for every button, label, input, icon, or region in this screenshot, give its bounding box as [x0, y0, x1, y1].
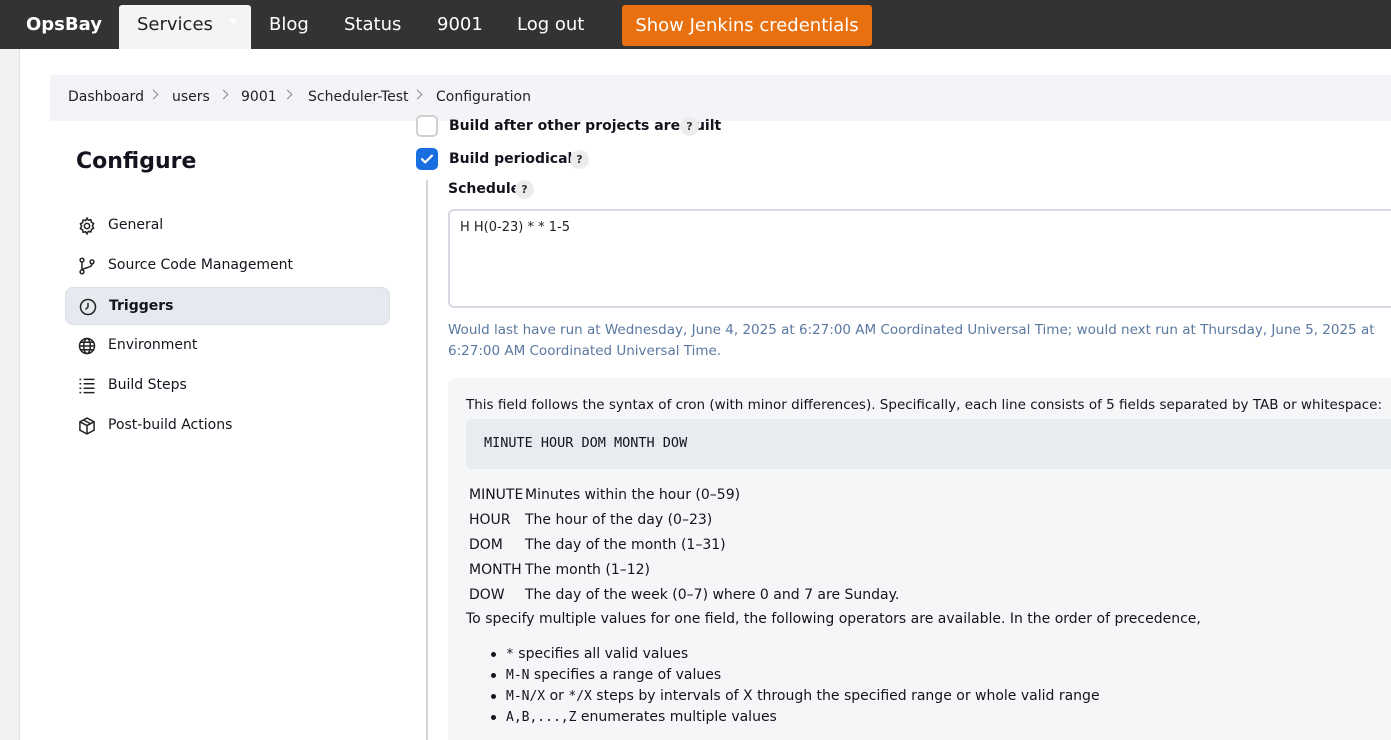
- chevron-right-icon: [412, 89, 423, 100]
- nav-logout-link[interactable]: Log out: [517, 14, 584, 35]
- section-divider: [426, 180, 428, 740]
- bullet-icon: [491, 673, 496, 678]
- operators-intro: To specify multiple values for one field…: [466, 611, 1201, 627]
- bullet-icon: [491, 694, 496, 699]
- field-name: MONTH: [469, 562, 522, 578]
- sidebar-item-label: Post-build Actions: [108, 417, 233, 433]
- breadcrumb-dashboard[interactable]: Dashboard: [68, 89, 144, 105]
- list-item: A,B,...,Z enumerates multiple values: [506, 709, 777, 725]
- field-description: The hour of the day (0–23): [525, 512, 713, 528]
- sidebar-item-post-build-actions[interactable]: Post-build Actions: [65, 407, 390, 445]
- branch-icon: [79, 257, 95, 275]
- nav-user-link[interactable]: 9001: [437, 14, 483, 35]
- sidebar-item-label: Triggers: [109, 298, 174, 314]
- schedule-value: H H(0-23) * * 1-5: [460, 220, 570, 235]
- brand-logo[interactable]: OpsBay: [26, 14, 102, 35]
- sidebar-item-label: Build Steps: [108, 377, 187, 393]
- sidebar-item-source-code-management[interactable]: Source Code Management: [65, 247, 390, 285]
- sidebar-item-build-steps[interactable]: Build Steps: [65, 367, 390, 405]
- nav-status-link[interactable]: Status: [344, 14, 401, 35]
- list-item: M-N specifies a range of values: [506, 667, 722, 683]
- help-icon[interactable]: ?: [570, 150, 589, 169]
- list-icon: [79, 378, 95, 394]
- cron-format-code: MINUTE HOUR DOM MONTH DOW: [484, 435, 688, 451]
- top-nav-bar: OpsBay Services Blog Status 9001 Log out…: [0, 0, 1391, 49]
- cron-format-code-block: MINUTE HOUR DOM MONTH DOW: [466, 419, 1391, 469]
- build-after-other-projects-checkbox[interactable]: [416, 115, 438, 137]
- sidebar-item-label: General: [108, 217, 164, 233]
- globe-icon: [78, 337, 96, 355]
- field-name: DOW: [469, 587, 505, 603]
- field-name: DOM: [469, 537, 503, 553]
- field-description: The day of the week (0–7) where 0 and 7 …: [525, 587, 900, 603]
- field-name: MINUTE: [469, 487, 524, 503]
- bullet-icon: [491, 715, 496, 720]
- nav-blog-link[interactable]: Blog: [269, 14, 309, 35]
- breadcrumb-users[interactable]: users: [172, 89, 210, 105]
- nav-services-menu[interactable]: Services: [119, 5, 251, 49]
- help-icon[interactable]: ?: [515, 180, 534, 199]
- page-title: Configure: [76, 149, 197, 174]
- list-item: M-N/X or */X steps by intervals of X thr…: [506, 688, 1100, 704]
- breadcrumb: Dashboard users 9001 Scheduler-Test Conf…: [50, 75, 1391, 121]
- build-periodically-label: Build periodically: [449, 151, 587, 167]
- sidebar-item-environment[interactable]: Environment: [65, 327, 390, 365]
- sidebar-item-general[interactable]: General: [65, 207, 390, 245]
- breadcrumb-configuration[interactable]: Configuration: [436, 89, 531, 105]
- chevron-right-icon: [282, 89, 293, 100]
- cron-help-intro: This field follows the syntax of cron (w…: [466, 397, 1383, 413]
- field-name: HOUR: [469, 512, 511, 528]
- breadcrumb-user-id[interactable]: 9001: [241, 89, 277, 105]
- checkmark-icon: [420, 154, 434, 164]
- chevron-right-icon: [148, 89, 159, 100]
- sidebar-item-label: Environment: [108, 337, 198, 353]
- clock-icon: [79, 298, 97, 316]
- chevron-right-icon: [218, 89, 229, 100]
- chevron-down-icon[interactable]: [229, 19, 237, 24]
- sidebar-item-label: Source Code Management: [108, 257, 294, 273]
- build-periodically-checkbox[interactable]: [416, 148, 438, 170]
- field-description: The day of the month (1–31): [525, 537, 726, 553]
- gear-icon: [79, 216, 95, 236]
- show-jenkins-credentials-button[interactable]: Show Jenkins credentials: [622, 5, 872, 46]
- package-icon: [79, 417, 95, 435]
- bullet-icon: [491, 652, 496, 657]
- schedule-textarea[interactable]: H H(0-23) * * 1-5: [448, 209, 1391, 308]
- help-icon[interactable]: ?: [680, 117, 699, 136]
- sidebar-item-triggers[interactable]: Triggers: [65, 287, 390, 325]
- nav-services-label: Services: [137, 14, 213, 35]
- breadcrumb-job[interactable]: Scheduler-Test: [308, 89, 409, 105]
- field-description: The month (1–12): [525, 562, 651, 578]
- schedule-label: Schedule: [448, 181, 521, 197]
- schedule-run-info: Would last have run at Wednesday, June 4…: [448, 322, 1375, 359]
- field-description: Minutes within the hour (0–59): [525, 487, 741, 503]
- list-item: * specifies all valid values: [506, 646, 689, 662]
